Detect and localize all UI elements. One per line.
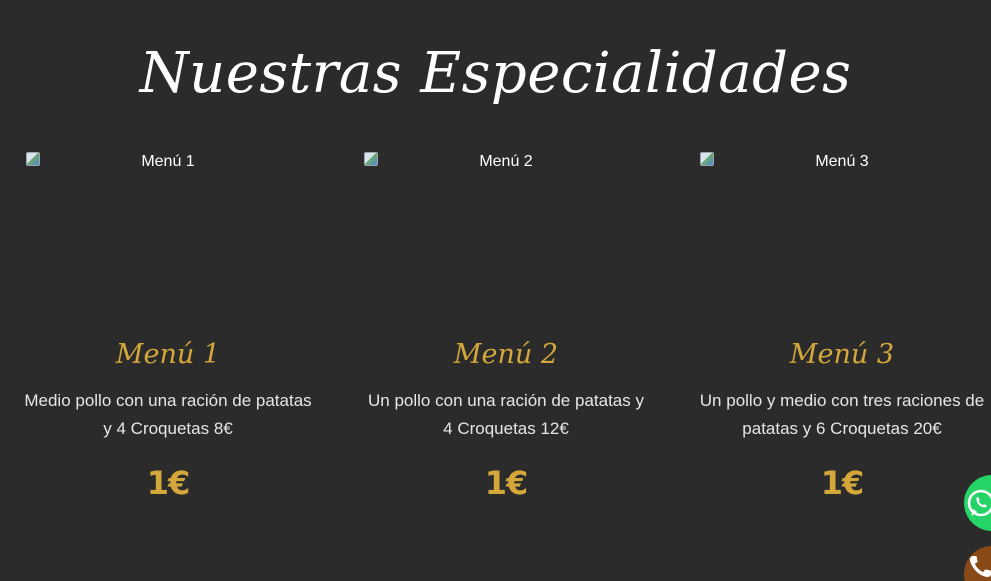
menu-description-1: Medio pollo con una ración de patatas y … xyxy=(24,391,312,438)
menu-image-3: Menú 3 xyxy=(692,150,991,325)
menu-image-alt-2: Menú 2 xyxy=(479,153,533,170)
menu-description-3: Un pollo y medio con tres raciones de pa… xyxy=(699,391,985,438)
whatsapp-icon xyxy=(967,489,991,517)
menu-price-3: 1€ xyxy=(820,464,865,502)
menu-card-2: Menú 2 Menú 2 Un pollo con una ración de… xyxy=(356,150,656,503)
menu-price-1: 1€ xyxy=(146,464,191,502)
menu-title-2: Menú 2 xyxy=(453,339,559,370)
menu-image-2: Menú 2 xyxy=(356,150,656,325)
menu-description-2: Un pollo con una ración de patatas y 4 C… xyxy=(368,391,644,438)
phone-icon xyxy=(969,556,991,578)
section-title: Nuestras Especialidades xyxy=(139,41,852,106)
menu-card-1: Menú 1 Menú 1 Medio pollo con una ración… xyxy=(18,150,318,503)
menu-image-1: Menú 1 xyxy=(18,150,318,325)
menu-card-3: Menú 3 Menú 3 Un pollo y medio con tres … xyxy=(692,150,991,503)
menu-title-3: Menú 3 xyxy=(789,339,895,370)
menu-price-2: 1€ xyxy=(484,464,529,502)
menu-image-alt-3: Menú 3 xyxy=(815,153,869,170)
menu-image-alt-1: Menú 1 xyxy=(141,153,195,170)
menu-title-1: Menú 1 xyxy=(115,339,221,370)
phone-button[interactable] xyxy=(964,546,991,581)
